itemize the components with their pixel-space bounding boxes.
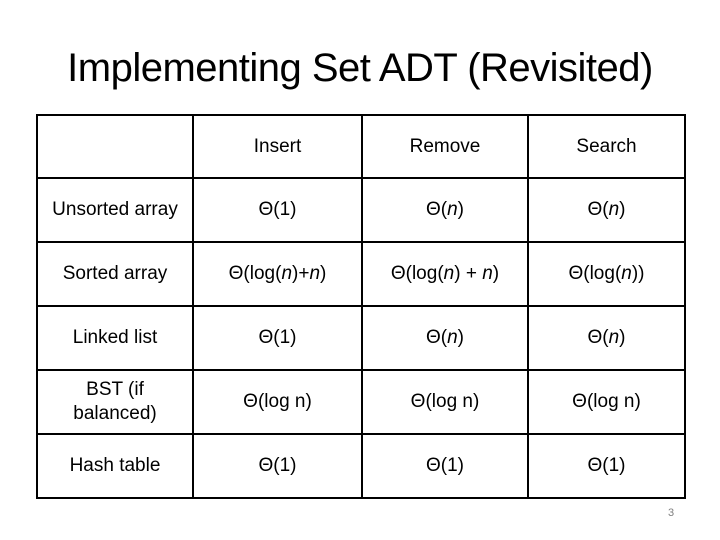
row-label: Unsorted array [36, 177, 194, 243]
insert-cell: Θ(log(n)+n) [192, 241, 363, 307]
table-row: Hash table Θ(1) Θ(1) Θ(1) [36, 433, 686, 499]
table-header-row: Insert Remove Search [36, 114, 686, 179]
remove-cell: Θ(n) [361, 305, 529, 371]
remove-cell: Θ(log n) [361, 369, 529, 435]
table-row: Linked list Θ(1) Θ(n) Θ(n) [36, 305, 686, 371]
header-insert: Insert [192, 114, 363, 179]
search-cell: Θ(n) [527, 177, 686, 243]
remove-cell: Θ(1) [361, 433, 529, 499]
row-label: Linked list [36, 305, 194, 371]
remove-cell: Θ(log(n) + n) [361, 241, 529, 307]
insert-cell: Θ(1) [192, 433, 363, 499]
header-remove: Remove [361, 114, 529, 179]
row-label: BST (if balanced) [36, 369, 194, 435]
table-row: BST (if balanced) Θ(log n) Θ(log n) Θ(lo… [36, 369, 686, 435]
header-empty-cell [36, 114, 194, 179]
table-row: Unsorted array Θ(1) Θ(n) Θ(n) [36, 177, 686, 243]
row-label: Hash table [36, 433, 194, 499]
table-row: Sorted array Θ(log(n)+n) Θ(log(n) + n) Θ… [36, 241, 686, 307]
page-number: 3 [668, 507, 675, 519]
row-label: Sorted array [36, 241, 194, 307]
insert-cell: Θ(1) [192, 177, 363, 243]
complexity-table: Insert Remove Search Unsorted array Θ(1)… [36, 114, 686, 499]
search-cell: Θ(n) [527, 305, 686, 371]
remove-cell: Θ(n) [361, 177, 529, 243]
search-cell: Θ(1) [527, 433, 686, 499]
search-cell: Θ(log n) [527, 369, 686, 435]
slide-title: Implementing Set ADT (Revisited) [67, 46, 653, 90]
insert-cell: Θ(1) [192, 305, 363, 371]
insert-cell: Θ(log n) [192, 369, 363, 435]
search-cell: Θ(log(n)) [527, 241, 686, 307]
header-search: Search [527, 114, 686, 179]
